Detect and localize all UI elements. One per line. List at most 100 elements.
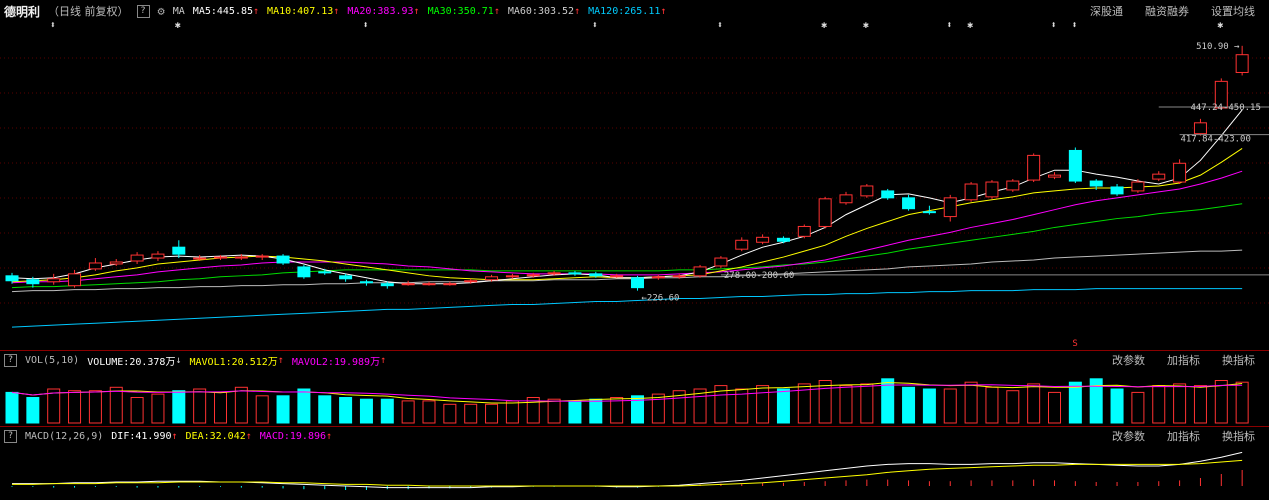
event-marker-icon: ✱	[863, 20, 869, 31]
volume-bar	[68, 390, 82, 424]
event-marker-icon: ⬍	[1071, 20, 1077, 31]
price-chart[interactable]: ⬍ ✱ ⬍ ⬍ ⬍ ✱ ✱ ⬍ ✱ ⬍ ⬍ ✱ 510.90 → ←226.60 447.24-450.15…	[0, 18, 1269, 348]
macd-chart[interactable]	[0, 444, 1269, 500]
volume-bar	[985, 386, 999, 424]
volume-bar	[1214, 380, 1228, 424]
volume-bar	[651, 393, 665, 424]
gear-icon[interactable]: ⚙	[158, 4, 165, 18]
link-margin[interactable]: 融资融券	[1145, 3, 1189, 19]
volume-bar	[26, 397, 40, 424]
vol-edit-params[interactable]: 改参数	[1112, 352, 1145, 368]
volume-bar	[5, 391, 19, 424]
volume-bar	[1235, 381, 1249, 424]
candle-body	[26, 279, 40, 285]
help-icon[interactable]: ?	[136, 4, 150, 18]
event-marker-icon: ✱	[821, 20, 827, 31]
macd-value: MACD:19.896	[259, 430, 327, 442]
volume-bar	[1006, 390, 1020, 424]
event-marker-icon: ⬍	[50, 20, 56, 31]
candle-body	[985, 181, 999, 198]
candle-body	[485, 276, 499, 281]
candle-body	[505, 275, 519, 278]
vol-switch-indicator[interactable]: 换指标	[1222, 352, 1255, 368]
macd-header: ? MACD(12,26,9) DIF:41.990 ↑ DEA:32.042 ↑ …	[0, 426, 1269, 445]
macd-add-indicator[interactable]: 加指标	[1167, 428, 1200, 444]
candle-body	[255, 255, 269, 258]
volume-bar	[964, 381, 978, 424]
volume-links: 改参数 加指标 换指标	[1098, 351, 1263, 369]
candle-body	[1110, 186, 1124, 195]
volume-bar	[776, 388, 790, 424]
vol-label: VOL(5,10)	[25, 354, 80, 366]
volume-chart[interactable]	[0, 368, 1269, 426]
candle-body	[88, 262, 102, 270]
volume-bar	[151, 393, 165, 424]
volume-bar	[505, 400, 519, 424]
vol-add-indicator[interactable]: 加指标	[1167, 352, 1200, 368]
volume-bar	[943, 388, 957, 424]
volume-value: VOLUME:20.378万	[87, 356, 176, 368]
volume-bar	[1152, 385, 1166, 424]
down-arrow-icon: ↓	[175, 354, 182, 366]
candle-body	[756, 236, 770, 243]
candle-body	[818, 198, 832, 227]
dea-line	[12, 459, 1243, 487]
period-label[interactable]: （日线 前复权）	[48, 3, 129, 19]
up-arrow-icon: ↑	[326, 430, 333, 442]
up-arrow-icon: ↑	[660, 5, 667, 17]
event-marker-icon: ⬍	[946, 20, 952, 31]
volume-bar	[109, 386, 123, 424]
volume-bar	[756, 385, 770, 424]
help-icon[interactable]: ?	[4, 353, 17, 367]
candle-body	[839, 194, 853, 204]
volume-header: ? VOL(5,10) VOLUME:20.378万 ↓ MAVOL1:20.51…	[0, 350, 1269, 369]
volume-bar	[1068, 381, 1082, 424]
candle-body	[589, 273, 603, 277]
range-label: 278.00-280.60	[724, 271, 794, 281]
candle-body	[422, 283, 436, 286]
candle-body	[776, 237, 790, 242]
macd-label: MACD(12,26,9)	[25, 430, 104, 442]
mavol2-value: MAVOL2:19.989万	[291, 356, 381, 368]
volume-bar	[1110, 388, 1124, 424]
candle-body	[1048, 174, 1061, 178]
signal-marker: S	[1072, 339, 1077, 348]
volume-bar	[297, 388, 311, 424]
candle-body	[47, 278, 61, 283]
candle-body	[735, 239, 749, 250]
volume-bar	[1173, 383, 1187, 424]
dif-value: DIF:41.990	[111, 430, 172, 442]
volume-bar	[88, 390, 102, 424]
event-marker-icon: ⬍	[362, 20, 368, 31]
up-arrow-icon: ↑	[493, 5, 500, 17]
dea-value: DEA:32.042	[185, 430, 246, 442]
range-label: 447.24-450.15	[1190, 103, 1260, 113]
candle-body	[5, 275, 19, 282]
volume-bar	[1193, 385, 1207, 424]
candle-body	[943, 197, 957, 218]
up-arrow-icon: ↑	[574, 5, 581, 17]
ma10-line	[11, 148, 1243, 283]
candle-body	[234, 256, 248, 259]
macd-edit-params[interactable]: 改参数	[1112, 428, 1145, 444]
candle-body	[797, 225, 811, 237]
high-label: 510.90 →	[1196, 42, 1240, 52]
up-arrow-icon: ↑	[380, 354, 387, 366]
ma120-line	[11, 288, 1243, 328]
volume-bar	[485, 403, 499, 424]
macd-switch-indicator[interactable]: 换指标	[1222, 428, 1255, 444]
volume-bar	[193, 388, 207, 424]
candle-body	[68, 273, 82, 287]
candle-body	[1089, 180, 1103, 187]
help-icon[interactable]: ?	[4, 429, 17, 443]
volume-bar	[547, 398, 561, 424]
range-label: 417.84-423.00	[1180, 135, 1250, 145]
link-hk-connect[interactable]: 深股通	[1090, 3, 1123, 19]
link-ma-settings[interactable]: 设置均线	[1211, 3, 1255, 19]
volume-bar	[922, 388, 936, 424]
low-label: ←226.60	[642, 294, 680, 304]
candle-body	[443, 283, 457, 286]
stock-name[interactable]: 德明利	[4, 3, 40, 20]
event-marker-icon: ⬍	[592, 20, 598, 31]
ma20-value: MA20:383.93	[347, 5, 414, 17]
